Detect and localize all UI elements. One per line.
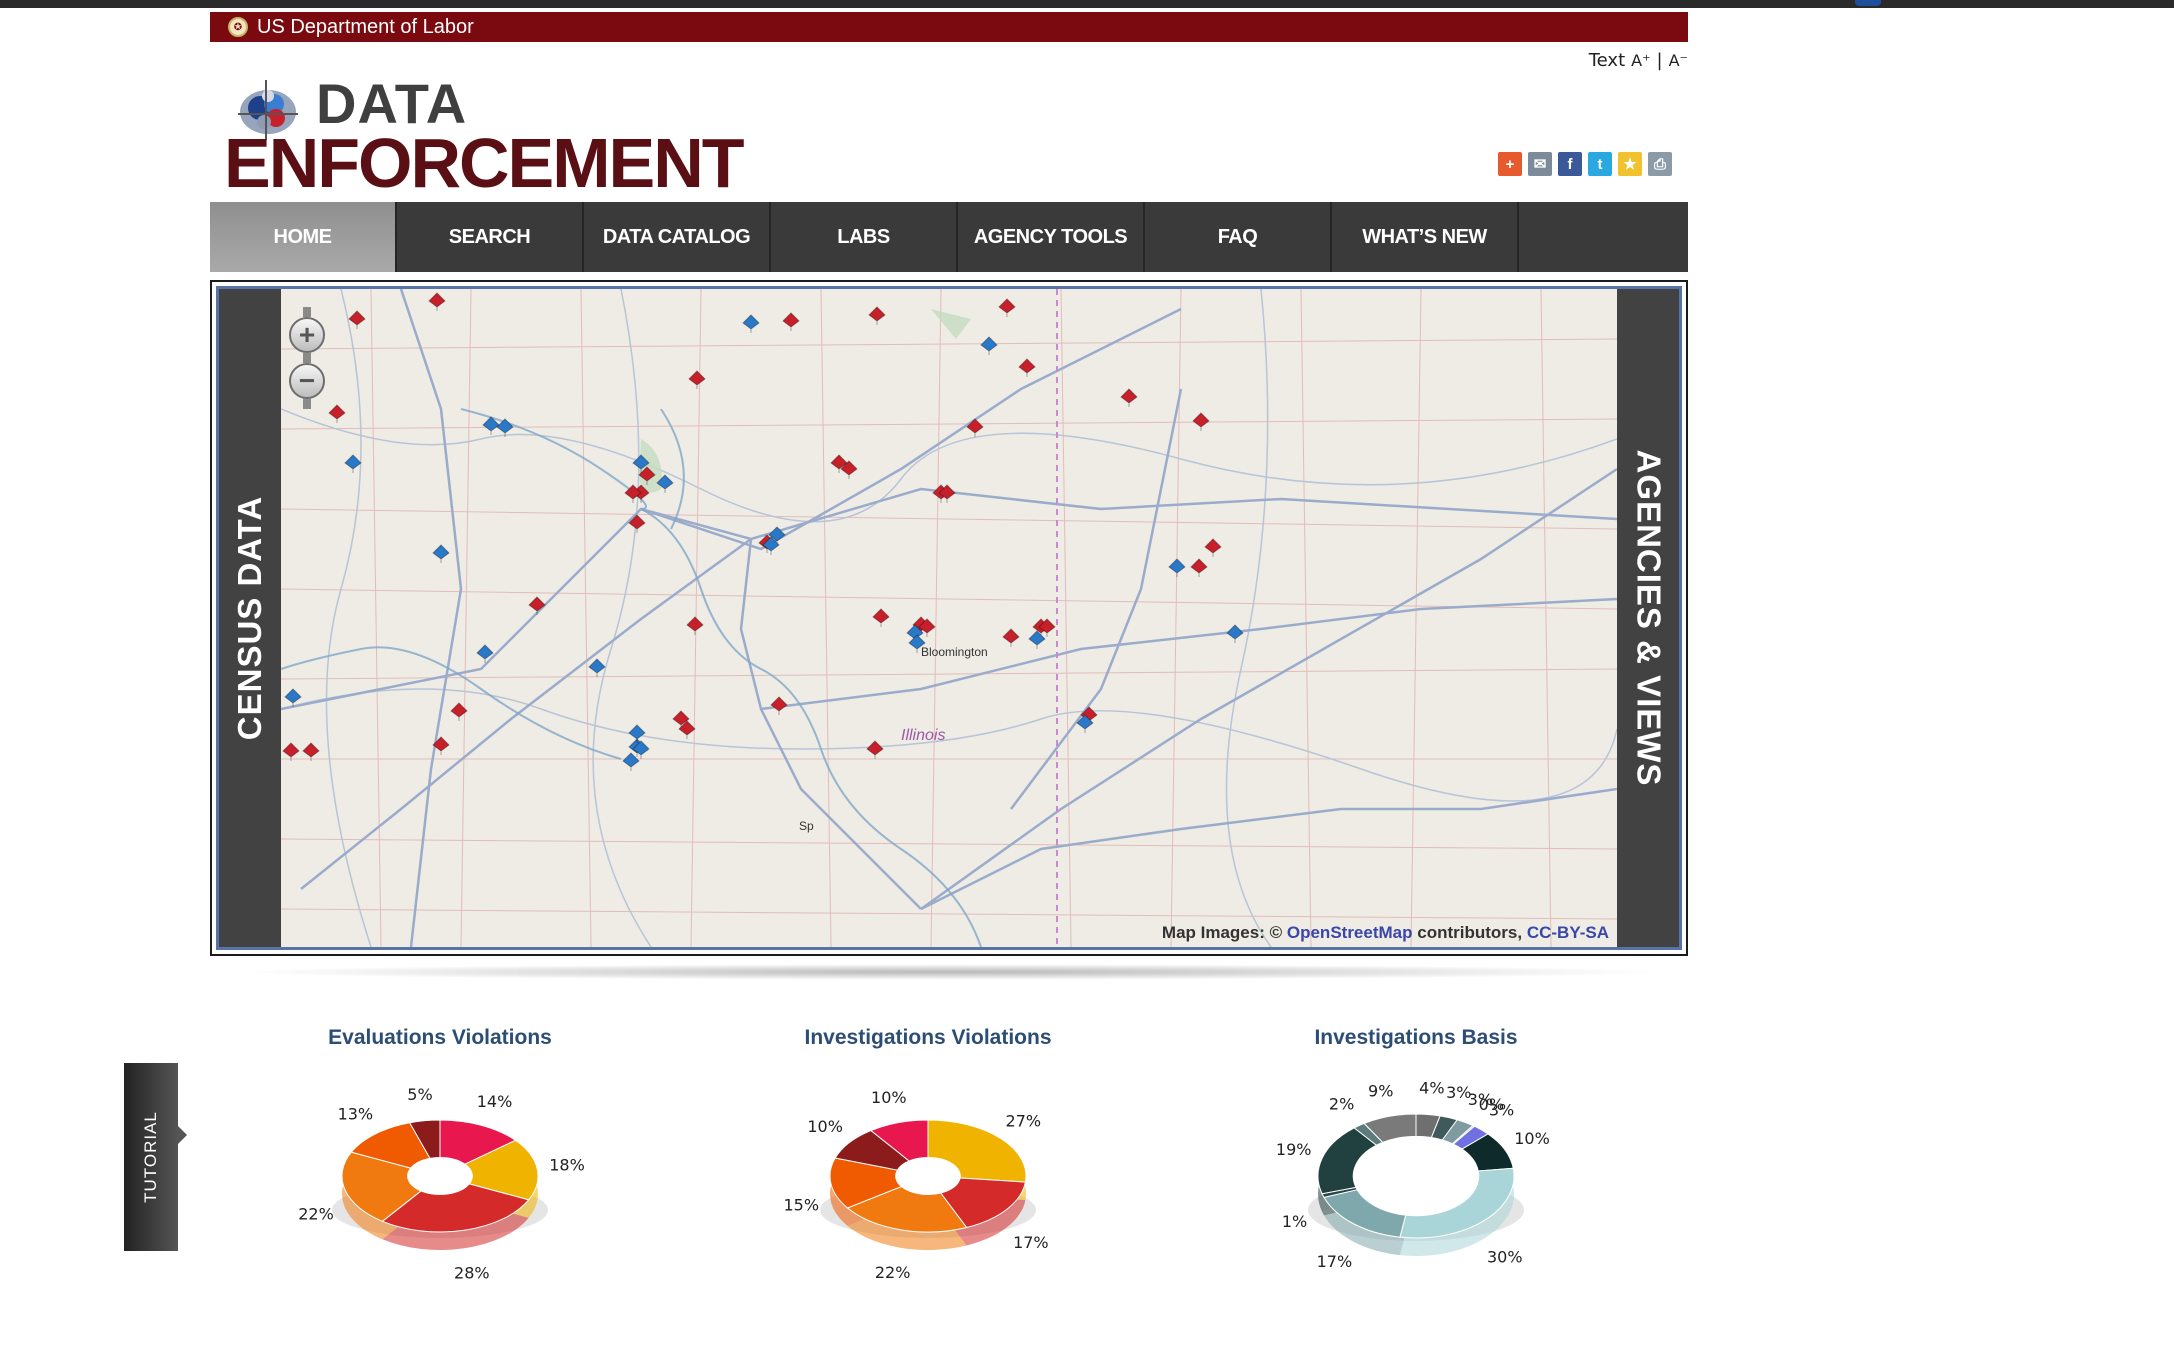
chart-title: Investigations Violations (804, 1026, 1052, 1049)
pie-data-label: 10% (807, 1117, 843, 1136)
dol-seal-icon: ✪ (228, 17, 248, 37)
tutorial-tab-label: TUTORIAL (141, 1111, 161, 1203)
zoom-rail-bottom (303, 399, 311, 409)
license-link[interactable]: CC-BY-SA (1527, 923, 1609, 942)
nav-item-home[interactable]: HOME (210, 202, 397, 272)
chart-center-hole (407, 1157, 473, 1195)
map-view[interactable]: CENSUS DATA AGENCIES & VIEWS + − Bloomin… (216, 286, 1682, 950)
chart-canvas[interactable]: 4% 3%3%0%3%10%30%17%1%19%2%9% (1196, 1062, 1636, 1352)
map-state-label: Illinois (901, 727, 946, 744)
zoom-control: + − (289, 307, 325, 409)
site-logo[interactable]: DATA ENFORCEMENT (224, 64, 745, 199)
main-nav: HOME SEARCH DATA CATALOG LABS AGENCY TOOLS FA… (210, 202, 1688, 272)
pie-data-label: 9% (1368, 1081, 1393, 1100)
nav-item-search[interactable]: SEARCH (397, 202, 584, 272)
nav-item-data-catalog[interactable]: DATA CATALOG (584, 202, 771, 272)
text-size-label: Text (1588, 50, 1626, 71)
pie-data-label: 27% (1006, 1111, 1042, 1130)
add-icon[interactable]: + (1498, 152, 1522, 176)
dol-banner-text[interactable]: US Department of Labor (257, 16, 474, 39)
chart-canvas[interactable]: 14% 18% 28% 22% 13% 5% (220, 1062, 660, 1352)
text-size-controls: Text A⁺ | A⁻ (1589, 50, 1688, 71)
tutorial-tab[interactable]: TUTORIAL (124, 1063, 187, 1251)
pie-data-label: 2% (1329, 1094, 1354, 1113)
census-data-tab[interactable]: CENSUS DATA (219, 289, 281, 947)
text-size-separator: | (1656, 50, 1663, 71)
dol-banner[interactable]: ✪ US Department of Labor (210, 12, 1688, 42)
chart-center-hole (1353, 1136, 1479, 1216)
pie-data-label: 10% (1514, 1129, 1550, 1148)
nav-item-what-s-new[interactable]: WHAT’S NEW (1332, 202, 1519, 272)
census-data-tab-label: CENSUS DATA (231, 495, 269, 741)
text-decrease-button[interactable]: A⁻ (1669, 51, 1688, 70)
nav-item-faq[interactable]: FAQ (1145, 202, 1332, 272)
agencies-views-tab-label: AGENCIES & VIEWS (1630, 449, 1668, 787)
pie-data-label: 28% (454, 1263, 490, 1282)
zoom-in-button[interactable]: + (289, 317, 325, 353)
pie-data-label: 22% (298, 1204, 334, 1223)
agencies-views-tab[interactable]: AGENCIES & VIEWS (1617, 289, 1679, 947)
attribution-prefix: Map Images: © (1161, 923, 1283, 942)
pie-data-label: 10% (871, 1088, 907, 1107)
pie-data-label: 22% (875, 1263, 911, 1282)
chart-canvas[interactable]: 27% 17% 22% 15% 10% 10% (708, 1062, 1148, 1352)
tutorial-arrow-icon (177, 1125, 187, 1145)
zoom-rail-mid (303, 353, 311, 363)
map-city-label: Sp (799, 819, 814, 833)
nav-item-labs[interactable]: LABS (771, 202, 958, 272)
investigations-violations-chart[interactable]: Investigations Violations 27% 17% 22% 15% 10… (708, 1012, 1148, 1342)
pie-data-label: 5% (407, 1085, 432, 1104)
pie-data-label: 1% (1282, 1212, 1307, 1231)
email-icon[interactable]: ✉ (1528, 152, 1552, 176)
investigations-basis-chart[interactable]: Investigations Basis 4% 3% 3% 0% 3% 10% 30% 17%… (1196, 1012, 1636, 1342)
map-attribution: Map Images: © OpenStreetMap contributors… (1162, 923, 1609, 943)
print-icon[interactable]: ⎙ (1648, 152, 1672, 176)
nav-item-agency-tools[interactable]: AGENCY TOOLS (958, 202, 1145, 272)
page: ✪ US Department of Labor Text A⁺ | A⁻ DA… (210, 12, 1688, 1352)
map-city-label: Bloomington (921, 645, 988, 659)
pie-data-label: 3% (1489, 1101, 1514, 1120)
chart-title: Evaluations Violations (328, 1026, 552, 1049)
favorite-icon[interactable]: ★ (1618, 152, 1642, 176)
pie-data-label: 19% (1276, 1140, 1312, 1159)
pie-data-label: 17% (1317, 1252, 1353, 1271)
pie-data-label: 13% (338, 1104, 374, 1123)
openstreetmap-link[interactable]: OpenStreetMap (1287, 923, 1413, 942)
share-toolbar: + ✉ f t ★ ⎙ (1498, 152, 1672, 176)
browser-top-strip (0, 0, 2174, 8)
pie-data-label: 15% (783, 1195, 819, 1214)
pin-icon (1855, 0, 1881, 6)
map-canvas[interactable] (281, 289, 1617, 947)
twitter-icon[interactable]: t (1588, 152, 1612, 176)
attribution-middle: contributors, (1417, 923, 1523, 942)
text-increase-button[interactable]: A⁺ (1631, 51, 1650, 70)
section-divider (230, 964, 1668, 980)
zoom-rail-top (303, 307, 311, 317)
pie-data-label: 17% (1013, 1233, 1049, 1252)
zoom-out-button[interactable]: − (289, 363, 325, 399)
chart-center-hole (895, 1157, 961, 1195)
evaluations-violations-chart[interactable]: Evaluations Violations 14% 18% 28% 22% 13% 5% (220, 1012, 660, 1342)
pie-data-label: 4% (1419, 1079, 1444, 1098)
pie-data-label: 18% (549, 1156, 585, 1175)
facebook-icon[interactable]: f (1558, 152, 1582, 176)
logo-text-enforcement: ENFORCEMENT (224, 124, 745, 202)
map-container: CENSUS DATA AGENCIES & VIEWS + − Bloomin… (210, 280, 1688, 956)
pie-data-label: 14% (477, 1092, 513, 1111)
tutorial-tab-label-wrap: TUTORIAL (124, 1063, 178, 1251)
chart-title: Investigations Basis (1314, 1026, 1518, 1049)
pie-data-label: 30% (1487, 1247, 1523, 1266)
